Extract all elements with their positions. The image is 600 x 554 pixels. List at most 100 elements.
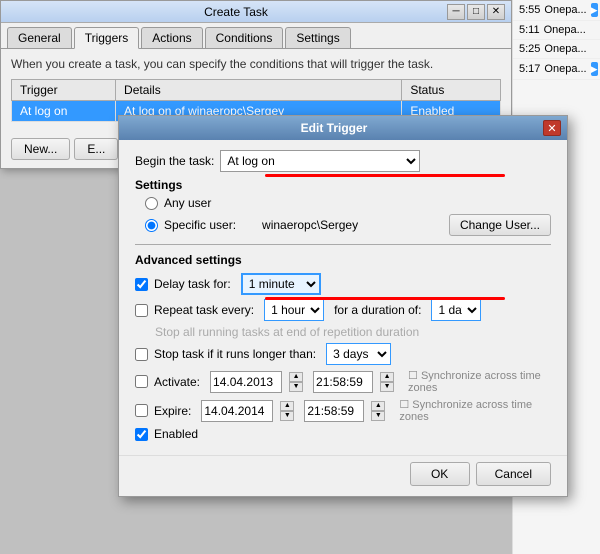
expire-date-input[interactable] [201,400,273,422]
begin-task-select[interactable]: At log on [220,150,420,172]
create-task-title: Create Task [25,5,447,19]
dialog-close-button[interactable]: ✕ [543,120,561,136]
dialog-titlebar: Edit Trigger ✕ [119,116,567,140]
stop-if-longer-select[interactable]: 3 days [326,343,391,365]
expire-label: Expire: [154,404,191,418]
close-button[interactable]: ✕ [487,4,505,20]
taskbar-app-2: Onepa... [544,43,586,55]
expire-time-input[interactable] [304,400,364,422]
create-task-titlebar: Create Task ─ □ ✕ [1,1,511,23]
red-underline-2 [265,297,505,300]
activate-date-input[interactable] [210,371,282,393]
expire-sync-label: ☐ Synchronize across time zones [399,398,551,423]
col-details: Details [116,80,402,101]
expire-checkbox[interactable] [135,404,148,417]
repeat-task-select[interactable]: 1 hour [264,299,324,321]
new-button[interactable]: New... [11,138,70,160]
taskbar-time-3: 5:17 [519,63,540,75]
activate-checkbox[interactable] [135,375,148,388]
duration-select[interactable]: 1 day [431,299,481,321]
expire-time-spinner: ▲ ▼ [371,401,385,421]
delay-task-label: Delay task for: [154,277,231,291]
tab-conditions[interactable]: Conditions [205,27,284,48]
tab-settings[interactable]: Settings [285,27,350,48]
activate-time-spinner: ▲ ▼ [380,372,394,392]
specific-user-radio[interactable] [145,219,158,232]
repeat-task-checkbox[interactable] [135,304,148,317]
activate-time-input[interactable] [313,371,373,393]
taskbar-badge-3: ▶ [591,62,598,76]
specific-user-row: Specific user: winaeropc\Sergey Change U… [145,214,551,236]
activate-date-down[interactable]: ▼ [289,382,303,392]
taskbar-item-0[interactable]: 5:55 Onepa... ▶ [513,0,600,21]
edit-trigger-dialog: Edit Trigger ✕ Begin the task: At log on… [118,115,568,497]
expire-date-spinner: ▲ ▼ [280,401,294,421]
stop-if-longer-checkbox[interactable] [135,348,148,361]
col-status: Status [402,80,501,101]
taskbar-badge-0: ▶ [591,3,598,17]
enabled-checkbox[interactable] [135,428,148,441]
ok-button[interactable]: OK [410,462,470,486]
begin-task-label: Begin the task: [135,154,214,168]
taskbar-item-3[interactable]: 5:17 Onepa... ▶ [513,59,600,80]
begin-task-row: Begin the task: At log on [135,150,551,172]
expire-row: Expire: ▲ ▼ ▲ ▼ ☐ Synchronize across tim… [135,398,551,423]
dialog-content: Begin the task: At log on Settings Any u… [119,140,567,455]
cancel-button[interactable]: Cancel [476,462,551,486]
expire-date-down[interactable]: ▼ [280,411,294,421]
taskbar-app-0: Onepa... [544,4,586,16]
tabs-bar: General Triggers Actions Conditions Sett… [1,23,511,49]
row-trigger: At log on [12,101,116,122]
specific-user-label: Specific user: [164,218,236,232]
activate-time-down[interactable]: ▼ [380,382,394,392]
taskbar-app-3: Onepa... [544,63,586,75]
expire-time-up[interactable]: ▲ [371,401,385,411]
stop-running-row: Stop all running tasks at end of repetit… [155,325,551,339]
taskbar-time-0: 5:55 [519,4,540,16]
user-value: winaeropc\Sergey [262,218,358,232]
stop-if-longer-label: Stop task if it runs longer than: [154,347,316,361]
stop-if-longer-row: Stop task if it runs longer than: 3 days [135,343,551,365]
window-controls: ─ □ ✕ [447,4,505,20]
repeat-task-label: Repeat task every: [154,303,254,317]
expire-time-down[interactable]: ▼ [371,411,385,421]
taskbar-time-1: 5:11 [519,24,540,36]
tab-triggers[interactable]: Triggers [74,27,140,49]
enabled-row: Enabled [135,427,551,441]
delay-task-checkbox[interactable] [135,278,148,291]
divider [135,244,551,245]
settings-label: Settings [135,178,551,192]
minimize-button[interactable]: ─ [447,4,465,20]
any-user-label: Any user [164,196,211,210]
expire-date-up[interactable]: ▲ [280,401,294,411]
tab-general[interactable]: General [7,27,72,48]
activate-date-up[interactable]: ▲ [289,372,303,382]
tab-actions[interactable]: Actions [141,27,202,48]
stop-running-label: Stop all running tasks at end of repetit… [155,325,419,339]
any-user-radio[interactable] [145,197,158,210]
dialog-title: Edit Trigger [125,121,543,135]
advanced-label: Advanced settings [135,253,551,267]
any-user-row: Any user [145,196,551,210]
maximize-button[interactable]: □ [467,4,485,20]
edit-button[interactable]: E... [74,138,118,160]
activate-date-spinner: ▲ ▼ [289,372,303,392]
repeat-task-row: Repeat task every: 1 hour for a duration… [135,299,551,321]
taskbar-app-1: Onepa... [544,24,586,36]
change-user-button[interactable]: Change User... [449,214,551,236]
description-text: When you create a task, you can specify … [11,57,501,71]
enabled-label: Enabled [154,427,198,441]
activate-sync-label: ☐ Synchronize across time zones [408,369,551,394]
delay-task-row: Delay task for: 1 minute [135,273,551,295]
red-underline-1 [265,174,505,177]
activate-row: Activate: ▲ ▼ ▲ ▼ ☐ Synchronize across t… [135,369,551,394]
delay-task-select[interactable]: 1 minute [241,273,321,295]
dialog-footer: OK Cancel [119,455,567,496]
taskbar-item-2[interactable]: 5:25 Onepa... [513,40,600,59]
duration-label: for a duration of: [334,303,421,317]
activate-time-up[interactable]: ▲ [380,372,394,382]
radio-group: Any user Specific user: winaeropc\Sergey… [145,196,551,236]
taskbar-item-1[interactable]: 5:11 Onepa... [513,21,600,40]
col-trigger: Trigger [12,80,116,101]
activate-label: Activate: [154,375,200,389]
